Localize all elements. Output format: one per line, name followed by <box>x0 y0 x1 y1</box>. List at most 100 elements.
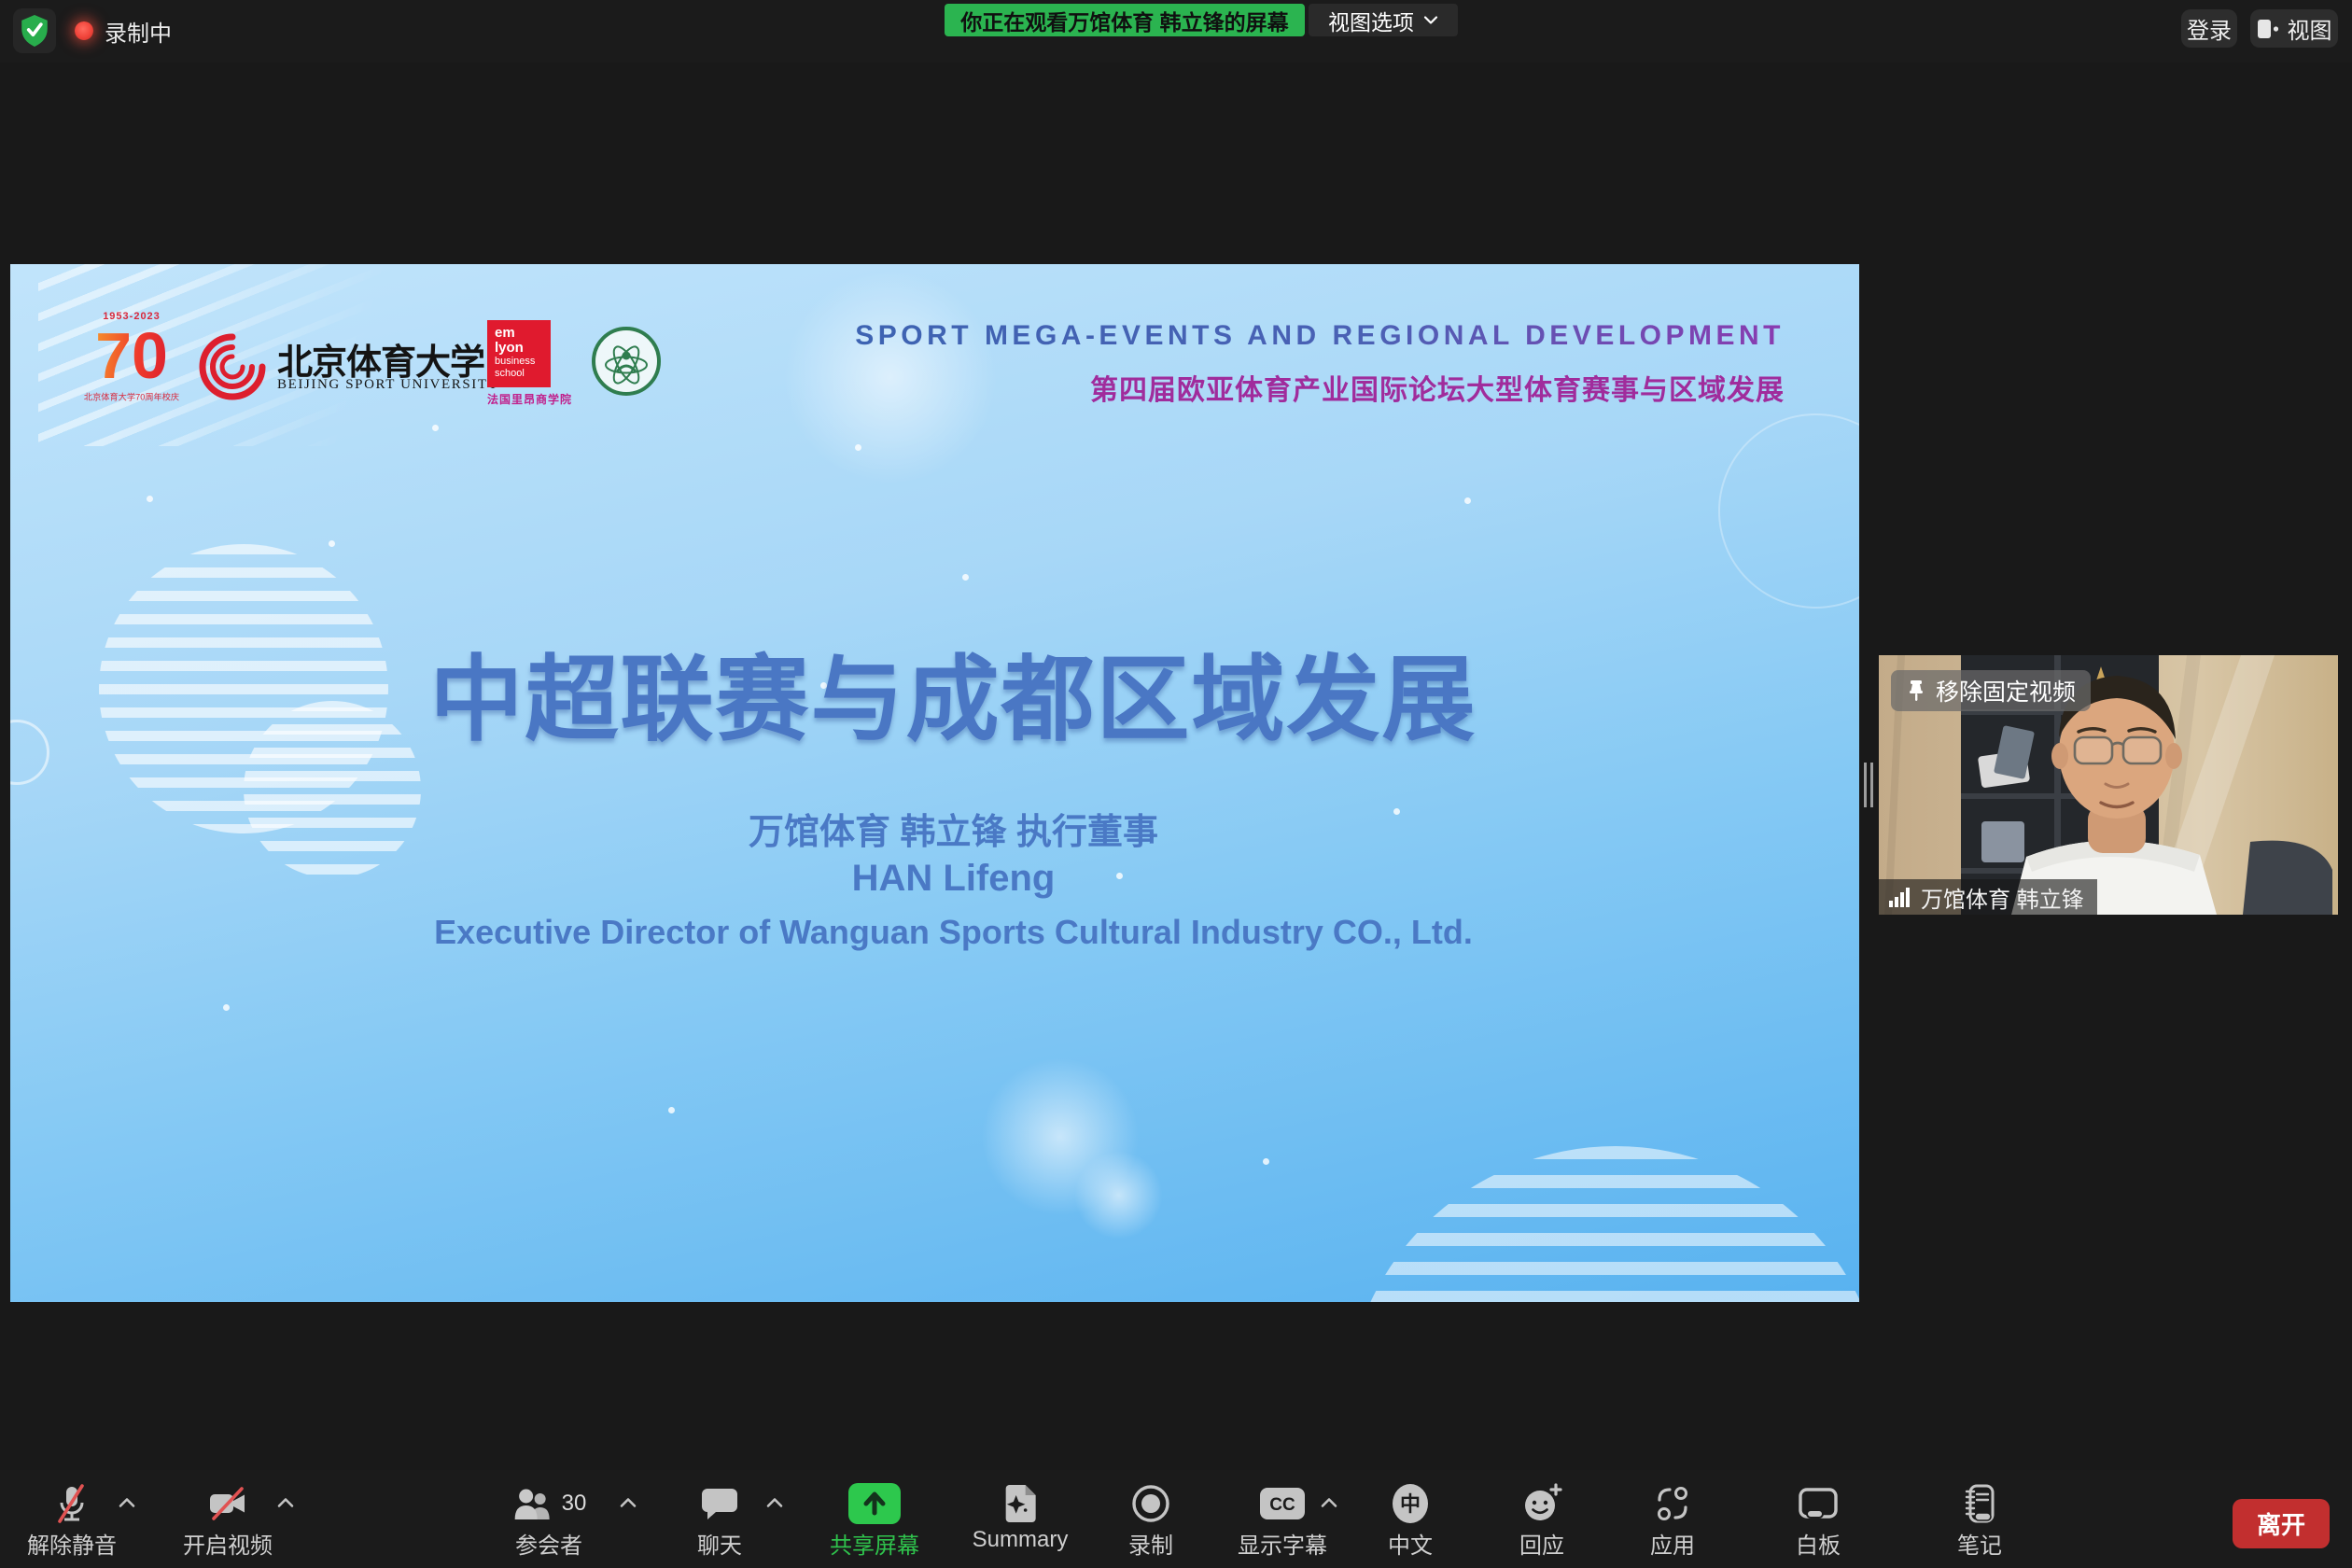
leave-button[interactable]: 离开 <box>2233 1499 2330 1548</box>
shared-screen-slide: 1953-2023 70 北京体育大学70周年校庆 北京体育大学 BEIJING… <box>10 264 1859 1302</box>
mic-muted-icon <box>51 1482 92 1525</box>
participants-icon <box>511 1485 554 1522</box>
view-options-label: 视图选项 <box>1328 5 1414 36</box>
language-icon: 中 <box>1390 1482 1431 1525</box>
recording-dot-icon <box>75 21 93 40</box>
bsu-swirl-logo-icon <box>197 331 268 402</box>
shield-check-icon <box>20 14 49 48</box>
summary-button[interactable]: Summary <box>973 1481 1069 1553</box>
deco-ring-right <box>1718 413 1859 609</box>
leave-label: 离开 <box>2257 1506 2305 1541</box>
cc-icon: CC <box>1258 1485 1307 1522</box>
participants-count: 30 <box>562 1491 587 1517</box>
whiteboard-label: 白板 <box>1796 1527 1841 1560</box>
participant-name-badge: 万馆体育 韩立锋 <box>1879 879 2097 915</box>
deco-soft-blob <box>1074 1151 1163 1239</box>
chevron-up-icon <box>118 1496 136 1509</box>
panel-resize-handle[interactable] <box>1864 763 1875 807</box>
captions-button[interactable]: CC 显示字幕 <box>1238 1481 1327 1560</box>
forum-title-en: SPORT MEGA-EVENTS AND REGIONAL DEVELOPME… <box>855 320 1785 352</box>
reactions-smiley-icon <box>1520 1482 1563 1525</box>
chevron-up-icon <box>765 1496 784 1509</box>
deco-soft-blob <box>783 270 998 484</box>
pin-icon <box>1906 679 1926 702</box>
notes-label: 笔记 <box>1957 1527 2002 1560</box>
notes-button[interactable]: 笔记 <box>1957 1481 2002 1560</box>
whiteboard-button[interactable]: 白板 <box>1796 1481 1841 1560</box>
summary-label: Summary <box>973 1527 1069 1553</box>
remove-pin-button[interactable]: 移除固定视频 <box>1891 670 2091 711</box>
viewing-screen-banner: 你正在观看万馆体育 韩立锋的屏幕 <box>945 4 1305 36</box>
camera-off-icon <box>206 1484 249 1523</box>
reactions-label: 回应 <box>1519 1527 1564 1560</box>
captions-chevron[interactable] <box>1320 1496 1338 1514</box>
speaker-video-tile[interactable]: 移除固定视频 万馆体育 韩立锋 <box>1879 655 2338 915</box>
remove-pin-label: 移除固定视频 <box>1936 674 2076 707</box>
participants-chevron[interactable] <box>619 1496 637 1514</box>
sport-science-society-logo-icon <box>589 322 664 404</box>
summary-doc-icon <box>1001 1482 1039 1525</box>
apps-icon <box>1652 1483 1693 1524</box>
layout-icon <box>2257 19 2280 39</box>
speaker-role-en: Executive Director of Wanguan Sports Cul… <box>48 913 1859 952</box>
login-button[interactable]: 登录 <box>2181 9 2237 48</box>
participants-button[interactable]: 30 参会者 <box>511 1481 587 1560</box>
svg-text:CC: CC <box>1269 1495 1295 1515</box>
deco-striped-blob-bottom-right <box>1345 1146 1859 1302</box>
deco-soft-blob <box>981 1057 1140 1216</box>
anniversary-number: 70 <box>76 322 188 389</box>
emlyon-line: business <box>495 356 551 368</box>
chat-button[interactable]: 聊天 <box>697 1481 742 1560</box>
chevron-up-icon <box>1320 1496 1338 1509</box>
whiteboard-icon <box>1796 1484 1841 1523</box>
signal-bars-icon <box>1888 886 1912 908</box>
deco-ring-left <box>10 720 49 785</box>
emlyon-line: em <box>495 326 551 341</box>
record-icon <box>1129 1482 1172 1525</box>
chevron-down-icon <box>1423 15 1438 25</box>
slide-title: 中超联赛与成都区域发展 <box>48 623 1859 759</box>
speaker-name-en: HAN Lifeng <box>48 858 1859 900</box>
start-video-button[interactable]: 开启视频 <box>183 1481 273 1560</box>
emlyon-box: em lyon business school <box>487 320 551 387</box>
emlyon-line: lyon <box>495 341 551 356</box>
zoom-meeting-window: 录制中 你正在观看万馆体育 韩立锋的屏幕 视图选项 登录 视图 <box>0 0 2352 1568</box>
apps-button[interactable]: 应用 <box>1650 1481 1695 1560</box>
emlyon-logo: em lyon business school 法国里昂商学院 <box>487 320 551 407</box>
chevron-up-icon <box>619 1496 637 1509</box>
participants-label: 参会者 <box>515 1527 582 1560</box>
chevron-up-icon <box>276 1496 295 1509</box>
captions-label: 显示字幕 <box>1238 1527 1327 1560</box>
apps-label: 应用 <box>1650 1527 1695 1560</box>
record-button[interactable]: 录制 <box>1128 1481 1173 1560</box>
start-video-label: 开启视频 <box>183 1527 273 1560</box>
video-options-chevron[interactable] <box>276 1496 295 1514</box>
unmute-button[interactable]: 解除静音 <box>27 1481 117 1560</box>
audio-options-chevron[interactable] <box>118 1496 136 1514</box>
share-screen-label: 共享屏幕 <box>830 1527 919 1560</box>
anniversary-caption: 北京体育大学70周年校庆 <box>80 390 183 403</box>
speaker-line-cn: 万馆体育 韩立锋 执行董事 <box>48 803 1859 854</box>
view-label: 视图 <box>2288 12 2332 45</box>
notes-icon <box>1960 1482 1999 1525</box>
login-label: 登录 <box>2187 12 2232 45</box>
security-button[interactable] <box>13 8 56 53</box>
participant-name: 万馆体育 韩立锋 <box>1921 881 2084 914</box>
share-screen-icon <box>847 1482 902 1525</box>
chat-icon <box>700 1484 739 1523</box>
unmute-label: 解除静音 <box>27 1527 117 1560</box>
language-button[interactable]: 中 中文 <box>1388 1481 1433 1560</box>
share-screen-button[interactable]: 共享屏幕 <box>830 1481 919 1560</box>
bsu-name-en: BEIJING SPORT UNIVERSITY <box>277 377 464 393</box>
chat-chevron[interactable] <box>765 1496 784 1514</box>
emlyon-caption: 法国里昂商学院 <box>487 391 551 407</box>
reactions-button[interactable]: 回应 <box>1519 1481 1564 1560</box>
anniversary-70-logo: 1953-2023 70 北京体育大学70周年校庆 <box>76 311 188 403</box>
top-bar: 录制中 你正在观看万馆体育 韩立锋的屏幕 视图选项 登录 视图 <box>0 0 2352 63</box>
view-layout-button[interactable]: 视图 <box>2250 9 2338 48</box>
svg-text:中: 中 <box>1400 1492 1421 1516</box>
view-options-button[interactable]: 视图选项 <box>1309 4 1458 36</box>
record-label: 录制 <box>1128 1527 1173 1560</box>
language-label: 中文 <box>1388 1527 1433 1560</box>
recording-status: 录制中 <box>105 0 172 63</box>
